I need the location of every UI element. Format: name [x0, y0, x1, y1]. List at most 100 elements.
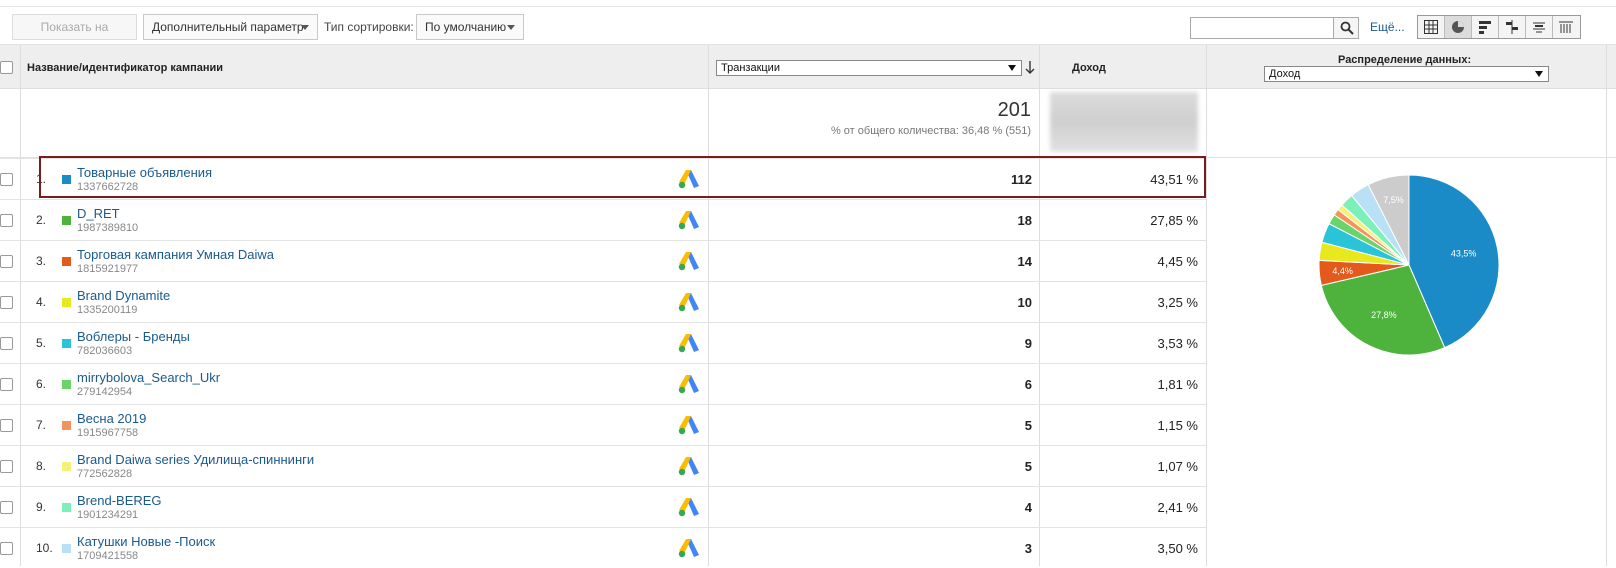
more-link[interactable]: Ещё... [1370, 20, 1405, 34]
table-row: 2. D_RET 1987389810 18 27,85 % [0, 199, 1206, 240]
google-ads-icon[interactable] [678, 374, 700, 397]
chevron-down-icon [1535, 71, 1543, 77]
chevron-down-icon [507, 25, 515, 30]
term-cloud-icon [1533, 22, 1545, 33]
metric-select[interactable]: Транзакции [716, 60, 1022, 76]
comparison-view-icon [1506, 20, 1518, 34]
row-checkbox[interactable] [0, 378, 13, 391]
series-color-swatch [62, 175, 71, 184]
row-checkbox[interactable] [0, 214, 13, 227]
table-view-icon [1424, 20, 1438, 34]
pie-slice-label: 27,8% [1371, 310, 1397, 320]
transactions-value: 3 [1024, 541, 1032, 556]
divider [1606, 45, 1607, 566]
campaign-name-link[interactable]: D_RET [77, 206, 120, 221]
row-checkbox[interactable] [0, 542, 13, 555]
campaign-name-link[interactable]: Воблеры - Бренды [77, 329, 190, 344]
row-checkbox[interactable] [0, 501, 13, 514]
campaign-name-link[interactable]: Brand Daiwa series Удилища-спиннинги [77, 452, 314, 467]
search-button[interactable] [1334, 17, 1359, 39]
campaign-id: 279142954 [77, 386, 133, 398]
campaign-id: 1335200119 [77, 304, 138, 316]
distribution-select-value: Доход [1269, 68, 1301, 80]
table-row: 8. Brand Daiwa series Удилища-спиннинги 77… [0, 445, 1206, 486]
row-checkbox[interactable] [0, 296, 13, 309]
series-color-swatch [62, 257, 71, 266]
sort-type-dropdown[interactable]: По умолчанию [416, 14, 524, 40]
revenue-column-header[interactable]: Доход [1072, 62, 1106, 74]
campaign-column-header[interactable]: Название/идентификатор кампании [27, 62, 223, 74]
series-color-swatch [62, 503, 71, 512]
google-ads-icon[interactable] [678, 497, 700, 520]
pie-view-icon [1452, 21, 1464, 33]
row-number: 2. [36, 213, 47, 227]
series-color-swatch [62, 462, 71, 471]
campaign-id: 1337662728 [77, 181, 139, 193]
show-on-chart-button[interactable]: Показать на диаграмме [12, 14, 137, 58]
transactions-value: 14 [1017, 254, 1032, 269]
chevron-down-icon [1008, 65, 1016, 71]
row-number: 7. [36, 418, 47, 432]
revenue-percent: 1,15 % [1157, 418, 1198, 433]
pivot-view-button[interactable] [1553, 16, 1580, 38]
row-checkbox[interactable] [0, 337, 13, 350]
series-color-swatch [62, 339, 71, 348]
distribution-label: Распределение данных: [1338, 54, 1472, 66]
search-input[interactable] [1190, 17, 1334, 39]
campaign-id: 1709421558 [77, 550, 139, 562]
campaign-name-link[interactable]: Катушки Новые -Поиск [77, 534, 215, 549]
google-ads-icon[interactable] [678, 538, 700, 561]
revenue-percent: 3,50 % [1157, 541, 1198, 556]
table-row: 3. Торговая кампания Умная Daiwa 181592197… [0, 240, 1206, 281]
row-number: 9. [36, 500, 47, 514]
campaign-name-link[interactable]: Brand Dynamite [77, 288, 170, 303]
metric-select-value: Транзакции [721, 62, 780, 74]
row-checkbox[interactable] [0, 460, 13, 473]
campaign-name-link[interactable]: Весна 2019 [77, 411, 146, 426]
row-checkbox[interactable] [0, 173, 13, 186]
campaign-id: 772562828 [77, 468, 133, 480]
pie-view-button[interactable] [1445, 16, 1472, 38]
comparison-view-button[interactable] [1499, 16, 1526, 38]
blurred-revenue-total [1050, 92, 1198, 152]
campaign-name-link[interactable]: mirrybolova_Search_Ukr [77, 370, 220, 385]
campaign-name-link[interactable]: Brend-BEREG [77, 493, 162, 508]
google-ads-icon[interactable] [678, 333, 700, 356]
revenue-percent: 27,85 % [1150, 213, 1198, 228]
row-number: 6. [36, 377, 47, 391]
revenue-percent: 43,51 % [1150, 172, 1198, 187]
series-color-swatch [62, 421, 71, 430]
search-icon [1340, 21, 1354, 35]
google-ads-icon[interactable] [678, 169, 700, 192]
campaign-id: 1987389810 [77, 222, 139, 234]
google-ads-icon[interactable] [678, 292, 700, 315]
campaign-name-link[interactable]: Товарные объявления [77, 165, 212, 180]
transactions-value: 6 [1024, 377, 1032, 392]
series-color-swatch [62, 216, 71, 225]
google-ads-icon[interactable] [678, 210, 700, 233]
term-cloud-button[interactable] [1526, 16, 1553, 38]
distribution-select[interactable]: Доход [1264, 66, 1549, 82]
secondary-dimension-dropdown[interactable]: Дополнительный параметр [143, 14, 318, 40]
divider [0, 6, 1616, 7]
google-ads-icon[interactable] [678, 456, 700, 479]
sort-arrow-icon[interactable] [1024, 60, 1036, 76]
pie-slice-label: 4,4% [1332, 266, 1353, 276]
sort-type-label: Тип сортировки: [324, 20, 414, 34]
chevron-down-icon [301, 25, 309, 30]
series-color-swatch [62, 544, 71, 553]
table-view-button[interactable] [1418, 16, 1445, 38]
row-checkbox[interactable] [0, 419, 13, 432]
row-checkbox[interactable] [0, 255, 13, 268]
pie-slice-label: 43,5% [1451, 249, 1477, 259]
campaign-name-link[interactable]: Торговая кампания Умная Daiwa [77, 247, 274, 262]
bar-view-button[interactable] [1472, 16, 1499, 38]
series-color-swatch [62, 298, 71, 307]
distribution-pie-chart: 43,5% 27,8% 4,4% 7,5% [1318, 174, 1500, 356]
transactions-value: 9 [1024, 336, 1032, 351]
transactions-value: 5 [1024, 459, 1032, 474]
google-ads-icon[interactable] [678, 251, 700, 274]
table-row: 7. Весна 2019 1915967758 5 1,15 % [0, 404, 1206, 445]
select-all-checkbox[interactable] [0, 61, 13, 74]
google-ads-icon[interactable] [678, 415, 700, 438]
